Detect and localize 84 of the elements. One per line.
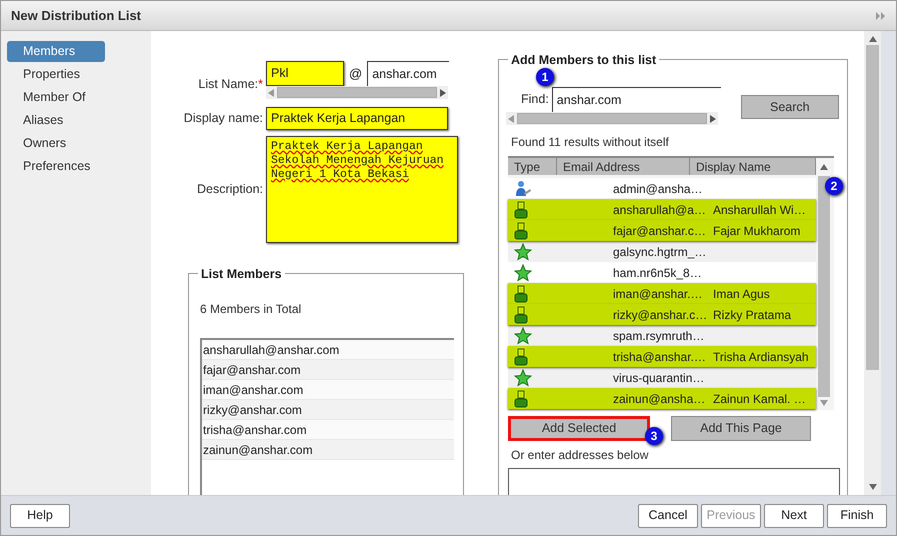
result-row[interactable]: iman@anshar.… Iman Agus: [508, 283, 816, 304]
email-cell-text: zainun@ansha…: [613, 390, 706, 408]
footer-button[interactable]: Finish: [827, 504, 887, 528]
sidebar-item[interactable]: Owners: [7, 133, 105, 154]
email-cell-text: fajar@anshar.c…: [613, 222, 707, 240]
email-cell-text: trisha@anshar.…: [613, 348, 707, 366]
addresses-label: Or enter addresses below: [511, 447, 650, 464]
column-header[interactable]: Type: [508, 158, 557, 175]
down-arrow-icon[interactable]: [820, 400, 828, 406]
result-row[interactable]: rizky@anshar.c… Rizky Pratama: [508, 304, 816, 325]
star-icon: [514, 368, 532, 386]
horizontal-scrollbar[interactable]: [506, 112, 718, 125]
sidebar-item[interactable]: Preferences: [7, 156, 105, 177]
horizontal-scrollbar[interactable]: [266, 86, 448, 99]
list-name-field[interactable]: Pkl: [266, 61, 344, 86]
help-button[interactable]: Help: [10, 504, 70, 528]
result-row[interactable]: spam.rsymruth…: [508, 325, 816, 346]
member-count: 6 Members in Total: [200, 301, 302, 318]
result-row[interactable]: zainun@ansha… Zainun Kamal. …: [508, 388, 816, 409]
number-badge: 1: [536, 68, 554, 86]
admin-user-icon: [514, 180, 532, 198]
user-icon: [514, 284, 528, 302]
display-name-cell-text: Zainun Kamal. …: [713, 390, 806, 408]
star-icon: [514, 264, 532, 282]
right-arrow-icon[interactable]: [440, 88, 446, 96]
result-row[interactable]: galsync.hgtrm_…: [508, 241, 816, 262]
result-row[interactable]: virus-quarantin…: [508, 367, 816, 388]
star-icon: [514, 326, 532, 344]
add-selected-button[interactable]: Add Selected: [508, 416, 650, 441]
result-row[interactable]: ansharullah@a… Ansharullah Wi…: [508, 199, 816, 220]
display-name-cell-text: Fajar Mukharom: [713, 222, 800, 240]
field-label: List Name:*: [197, 76, 263, 93]
user-icon: [514, 348, 528, 366]
window-title: New Distribution List: [11, 6, 141, 25]
display-name-field[interactable]: Praktek Kerja Lapangan: [266, 107, 448, 130]
results-summary: Found 11 results without itself: [511, 134, 670, 151]
display-name-cell-text: Iman Agus: [713, 286, 770, 302]
down-arrow-icon[interactable]: [868, 484, 876, 490]
sidebar-item[interactable]: Properties: [7, 64, 105, 85]
up-arrow-icon[interactable]: [868, 36, 876, 42]
find-label: Find:: [521, 91, 549, 108]
display-name-cell-text: Trisha Ardiansyah: [713, 348, 809, 366]
member-entry[interactable]: ansharullah@anshar.com: [202, 340, 454, 360]
number-badge: 2: [825, 177, 843, 195]
number-badge: 3: [645, 427, 663, 445]
result-row[interactable]: fajar@anshar.c… Fajar Mukharom: [508, 220, 816, 241]
email-cell-text: virus-quarantin…: [613, 370, 706, 386]
search-button[interactable]: Search: [740, 95, 839, 119]
column-header[interactable]: Email Address: [557, 158, 690, 175]
result-row[interactable]: trisha@anshar.… Trisha Ardiansyah: [508, 346, 816, 367]
user-icon: [514, 306, 528, 324]
footer-button[interactable]: Cancel: [638, 504, 698, 528]
email-cell-text: iman@anshar.…: [613, 286, 704, 302]
result-row[interactable]: ham.nr6n5k_8…: [508, 262, 816, 283]
member-entry[interactable]: zainun@anshar.com: [202, 440, 454, 460]
sidebar-item[interactable]: Members: [7, 41, 105, 62]
display-name-cell-text: Rizky Pratama: [713, 306, 792, 324]
email-cell-text: galsync.hgtrm_…: [613, 244, 708, 260]
display-name-cell-text: Ansharullah Wi…: [713, 202, 806, 218]
email-cell-text: rizky@anshar.c…: [613, 306, 708, 324]
right-arrow-icon[interactable]: [710, 114, 716, 122]
email-cell-text: ansharullah@a…: [613, 202, 707, 218]
star-icon: [514, 242, 532, 260]
email-cell-text: ham.nr6n5k_8…: [613, 264, 703, 282]
user-icon: [514, 390, 528, 408]
field-label: Display name:: [182, 110, 263, 128]
sidebar-item[interactable]: Aliases: [7, 110, 105, 131]
user-icon: [514, 222, 528, 240]
field-label: Description:: [196, 181, 263, 198]
member-entry[interactable]: iman@anshar.com: [202, 380, 454, 400]
member-entry[interactable]: rizky@anshar.com: [202, 400, 454, 420]
user-icon: [514, 200, 528, 218]
email-cell-text: spam.rsymruth…: [613, 328, 706, 344]
member-entry[interactable]: trisha@anshar.com: [202, 420, 454, 440]
sidebar-item[interactable]: Member Of: [7, 87, 105, 108]
email-cell-text: admin@ansha…: [613, 180, 704, 198]
main-scrollbar[interactable]: [864, 31, 881, 495]
description-field[interactable]: Praktek Kerja Lapangan Sekolah Menengah Kejuruan Negeri 1 Kota Bekasi: [266, 136, 458, 243]
footer-button[interactable]: Next: [764, 504, 824, 528]
at-sign: @: [349, 64, 362, 83]
up-arrow-icon[interactable]: [820, 164, 828, 170]
add-page-button[interactable]: Add This Page: [671, 416, 811, 441]
member-entry[interactable]: fajar@anshar.com: [202, 360, 454, 380]
result-row[interactable]: admin@ansha…: [508, 178, 816, 199]
